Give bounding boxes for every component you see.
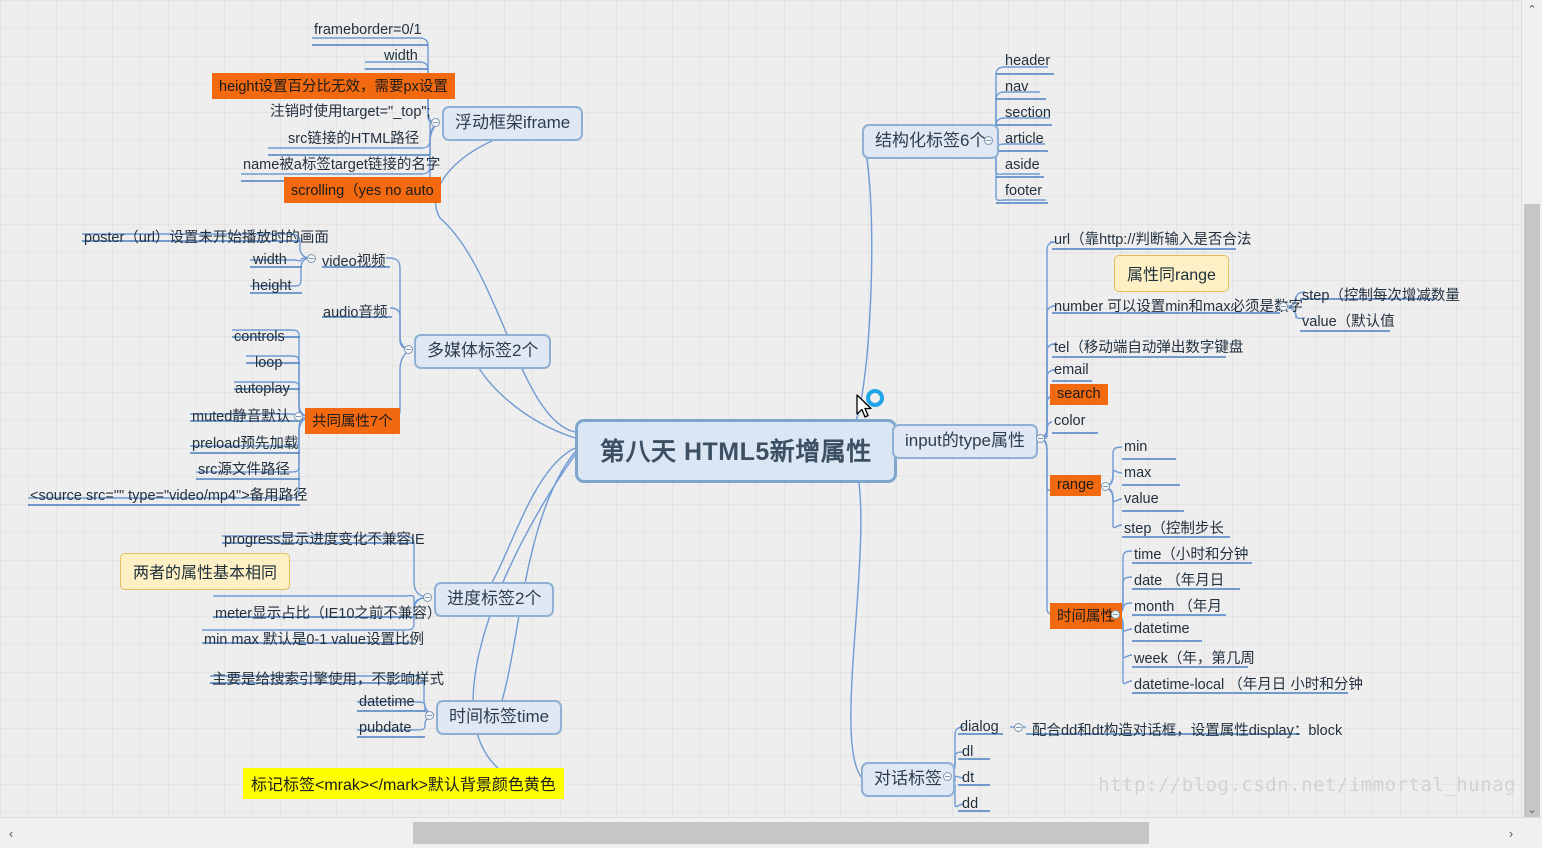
leaf-structural-header[interactable]: header [1003,53,1052,71]
leaf-input-tel[interactable]: tel（移动端自动弹出数字键盘 [1052,336,1245,359]
topic-multimedia[interactable]: 多媒体标签2个 [414,334,552,369]
leaf-input-email[interactable]: email [1052,362,1091,380]
callout-progress: 两者的属性基本相同 [120,553,291,590]
topic-progress[interactable]: 进度标签2个 [434,582,555,617]
mindmap-app: 第八天 HTML5新增属性 浮动框架iframe frameborder=0/1… [0,0,1542,848]
leaf-video-width[interactable]: width [251,252,289,270]
leaf-range-max[interactable]: max [1122,465,1153,483]
leaf-progress-meter[interactable]: meter显示占比（IE10之前不兼容） [213,602,443,625]
collapse-handle-structural[interactable] [984,136,993,145]
leaf-time-seo[interactable]: 主要是给搜索引擎使用，不影响样式 [210,668,446,691]
leaf-iframe-name[interactable]: name被a标签target链接的名字 [241,153,442,176]
root-node[interactable]: 第八天 HTML5新增属性 [575,419,897,483]
vertical-scroll-thumb[interactable] [1524,204,1540,824]
leaf-number-value[interactable]: value（默认值 [1300,310,1397,333]
leaf-time-datetime[interactable]: datetime [357,694,417,712]
collapse-handle-dialog-sub[interactable] [1014,723,1023,732]
collapse-handle-time-attrs[interactable] [1111,610,1120,619]
leaf-common-autoplay[interactable]: autoplay [233,381,292,399]
leaf-structural-aside[interactable]: aside [1003,157,1042,175]
collapse-handle-video[interactable] [307,254,316,263]
collapse-handle-number[interactable] [1279,302,1288,311]
leaf-input-search[interactable]: search [1050,384,1108,405]
leaf-structural-section[interactable]: section [1003,105,1053,123]
vertical-scroll-track[interactable] [1524,18,1540,204]
leaf-dialog-dl[interactable]: dl [960,744,975,762]
leaf-progress-progress[interactable]: progress显示进度变化不兼容IE [222,528,427,551]
leaf-common-preload[interactable]: preload预先加载 [190,432,300,455]
topic-structural[interactable]: 结构化标签6个 [862,124,1000,159]
leaf-multimedia-video[interactable]: video视频 [320,250,388,273]
leaf-common-source[interactable]: <source src="" type="video/mp4">备用路径 [28,484,310,507]
collapse-handle-progress[interactable] [423,593,432,602]
leaf-range-value[interactable]: value [1122,491,1161,509]
leaf-input-color[interactable]: color [1052,413,1087,431]
topic-dialog[interactable]: 对话标签 [861,762,955,797]
leaf-number-step[interactable]: step（控制每次增减数量 [1300,284,1462,307]
leaf-structural-article[interactable]: article [1003,131,1046,149]
collapse-handle-multimedia[interactable] [404,345,413,354]
callout-input-range: 属性同range [1114,255,1229,292]
leaf-range-step[interactable]: step（控制步长 [1122,517,1226,540]
leaf-common-loop[interactable]: loop [253,355,284,373]
leaf-time-attr-datetime-local[interactable]: datetime-local （年月日 小时和分钟 [1132,673,1365,696]
scroll-up-button[interactable]: ⌃ [1522,0,1542,18]
topic-iframe[interactable]: 浮动框架iframe [442,106,584,141]
leaf-iframe-target[interactable]: 注销时使用target="_top"; [268,100,433,123]
leaf-progress-minmax[interactable]: min max 默认是0-1 value设置比例 [202,628,426,651]
scrollbar-corner [1522,818,1542,848]
leaf-range-min[interactable]: min [1122,439,1149,457]
leaf-input-url[interactable]: url（靠http://判断输入是否合法 [1052,228,1253,251]
leaf-iframe-src[interactable]: src链接的HTML路径 [286,127,421,150]
leaf-video-height[interactable]: height [250,278,294,296]
topic-input-type[interactable]: input的type属性 [892,424,1038,459]
leaf-input-number[interactable]: number 可以设置min和max必须是数字 [1052,295,1305,318]
leaf-time-attr-month[interactable]: month （年月 [1132,595,1224,618]
topic-time[interactable]: 时间标签time [436,700,563,735]
leaf-multimedia-audio[interactable]: audio音频 [321,301,389,324]
mindmap-canvas[interactable]: 第八天 HTML5新增属性 浮动框架iframe frameborder=0/1… [0,0,1522,818]
collapse-handle-time[interactable] [425,711,434,720]
scroll-down-button[interactable]: ⌄ [1522,800,1542,818]
leaf-structural-footer[interactable]: footer [1003,183,1044,201]
leaf-common-controls[interactable]: controls [232,329,287,347]
horizontal-scroll-thumb[interactable] [413,822,1149,844]
leaf-dialog-desc[interactable]: 配合dd和dt构造对话框，设置属性display：block [1030,719,1344,742]
busy-spinner-icon [866,389,884,407]
leaf-structural-nav[interactable]: nav [1003,79,1030,97]
collapse-handle-dialog[interactable] [943,772,952,781]
leaf-video-poster[interactable]: poster（url）设置未开始播放时的画面 [82,226,331,249]
watermark: http://blog.csdn.net/immortal_hunag [1098,774,1516,796]
leaf-iframe-scrolling[interactable]: scrolling（yes no auto [284,177,441,203]
leaf-dialog-dd[interactable]: dd [960,796,980,814]
leaf-dialog-dialog[interactable]: dialog [958,719,1001,737]
scroll-left-button[interactable]: ‹ [0,818,22,848]
leaf-iframe-width[interactable]: width [382,48,420,66]
leaf-time-attr-time[interactable]: time（小时和分钟 [1132,543,1250,566]
leaf-multimedia-common[interactable]: 共同属性7个 [305,408,400,434]
vertical-scrollbar[interactable]: ⌃ ⌄ [1521,0,1542,824]
collapse-handle-input-type[interactable] [1036,434,1045,443]
scroll-right-button[interactable]: › [1500,818,1522,848]
leaf-common-muted[interactable]: muted静音默认 [190,405,292,428]
leaf-common-src[interactable]: src源文件路径 [196,458,292,481]
leaf-dialog-dt[interactable]: dt [960,770,976,788]
collapse-handle-range[interactable] [1101,482,1110,491]
leaf-iframe-frameborder[interactable]: frameborder=0/1 [312,22,424,40]
leaf-iframe-height[interactable]: height设置百分比无效，需要px设置 [212,73,455,99]
leaf-time-pubdate[interactable]: pubdate [357,720,413,738]
leaf-input-range[interactable]: range [1050,475,1102,496]
horizontal-scrollbar[interactable]: ‹ › [0,817,1542,848]
leaf-mark-tag[interactable]: 标记标签<mrak></mark>默认背景颜色黄色 [243,768,564,799]
leaf-time-attr-week[interactable]: week（年，第几周 [1132,647,1257,670]
leaf-time-attr-date[interactable]: date （年月日 [1132,569,1226,592]
leaf-time-attr-datetime[interactable]: datetime [1132,621,1192,639]
collapse-handle-common[interactable] [294,412,303,421]
